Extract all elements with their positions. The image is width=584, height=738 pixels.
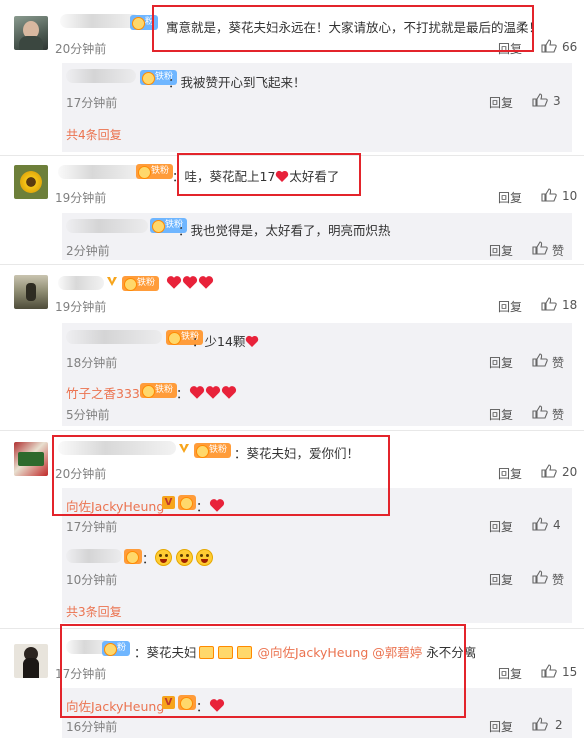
iron-fan-badge: 铁粉 <box>136 164 174 179</box>
more-replies-link[interactable]: 共4条回复 <box>66 126 122 143</box>
reply-time: 17分钟前 <box>66 96 118 110</box>
comment-time: 19分钟前 <box>55 191 107 205</box>
like-icon[interactable] <box>541 464 557 478</box>
blurred-username[interactable] <box>60 14 140 28</box>
like-icon[interactable] <box>532 717 548 731</box>
reply-button[interactable]: 回复 <box>498 189 522 206</box>
heart-emoji <box>182 276 198 289</box>
grin-emoji <box>196 549 214 566</box>
grin-emoji <box>175 549 193 566</box>
blurred-username[interactable] <box>58 276 104 290</box>
like-icon[interactable] <box>541 664 557 678</box>
like-count: 10 <box>562 189 578 203</box>
reply-button[interactable]: 回复 <box>489 354 513 371</box>
like-icon[interactable] <box>541 188 557 202</box>
blurred-username[interactable] <box>58 165 144 179</box>
like-icon[interactable] <box>541 39 557 53</box>
reply-button[interactable]: 回复 <box>489 718 513 735</box>
iron-fan-badge: 铁粉 <box>140 383 178 398</box>
divider <box>0 430 584 431</box>
comment-time: 20分钟前 <box>55 42 107 56</box>
blurred-username[interactable] <box>66 219 148 233</box>
like-count: 66 <box>562 40 578 54</box>
like-count: 15 <box>562 665 578 679</box>
like-icon[interactable] <box>532 353 548 367</box>
reply-text: ：少14颗 <box>192 331 259 350</box>
heart-emoji <box>205 386 220 399</box>
grin-emoji <box>154 549 172 566</box>
iron-fan-badge: 铁粉 <box>122 276 160 291</box>
like-icon[interactable] <box>532 517 548 531</box>
like-count: 4 <box>553 518 561 532</box>
reply-time: 5分钟前 <box>66 408 110 422</box>
highlight-box <box>177 153 361 196</box>
like-label: 赞 <box>552 408 565 422</box>
heart-emoji <box>189 386 204 399</box>
user-avatar[interactable] <box>14 16 48 50</box>
reply-text: ： <box>142 548 214 567</box>
heart-emoji <box>166 276 182 289</box>
like-icon[interactable] <box>541 297 557 311</box>
highlight-box <box>60 624 466 718</box>
reply-time: 10分钟前 <box>66 573 118 587</box>
v-badge <box>107 277 117 286</box>
like-count: 3 <box>553 94 561 108</box>
reply-text: ：我被赞开心到飞起来！ <box>168 75 306 90</box>
highlight-box <box>152 5 534 52</box>
like-count: 2 <box>555 718 563 732</box>
like-icon[interactable] <box>532 405 548 419</box>
like-icon[interactable] <box>532 241 548 255</box>
highlight-box <box>52 435 390 516</box>
reply-text: ： <box>176 383 237 402</box>
like-label: 赞 <box>552 356 565 370</box>
reply-button[interactable]: 回复 <box>489 406 513 423</box>
heart-emoji <box>198 276 214 289</box>
like-icon[interactable] <box>532 93 548 107</box>
fan-level-icon <box>124 549 142 564</box>
reply-button[interactable]: 回复 <box>489 571 513 588</box>
reply-time: 18分钟前 <box>66 356 118 370</box>
reply-username[interactable]: 竹子之香333 <box>66 383 140 402</box>
more-replies-link[interactable]: 共3条回复 <box>66 603 122 620</box>
heart-emoji <box>246 335 259 347</box>
like-count: 18 <box>562 298 578 312</box>
reply-time: 17分钟前 <box>66 520 118 534</box>
blurred-username[interactable] <box>66 69 136 83</box>
reply-button[interactable]: 回复 <box>498 298 522 315</box>
reply-button[interactable]: 回复 <box>489 242 513 259</box>
reply-text: ：我也觉得是，太好看了，明亮而炽热 <box>178 223 391 238</box>
reply-time: 16分钟前 <box>66 720 118 734</box>
blurred-username[interactable] <box>66 549 122 563</box>
user-avatar[interactable] <box>14 644 48 678</box>
heart-emoji <box>221 386 236 399</box>
user-avatar[interactable] <box>14 275 48 309</box>
reply-button[interactable]: 回复 <box>498 465 522 482</box>
like-icon[interactable] <box>532 570 548 584</box>
reply-time: 2分钟前 <box>66 244 110 258</box>
reply-button[interactable]: 回复 <box>498 665 522 682</box>
like-label: 赞 <box>552 244 565 258</box>
divider <box>0 264 584 265</box>
user-avatar[interactable] <box>14 442 48 476</box>
reply-button[interactable]: 回复 <box>489 518 513 535</box>
like-label: 赞 <box>552 573 565 587</box>
blurred-username[interactable] <box>66 330 162 344</box>
reply-button[interactable]: 回复 <box>489 94 513 111</box>
user-avatar[interactable] <box>14 165 48 199</box>
comment-time: 19分钟前 <box>55 300 107 314</box>
like-count: 20 <box>562 465 578 479</box>
comment-text <box>166 275 214 291</box>
